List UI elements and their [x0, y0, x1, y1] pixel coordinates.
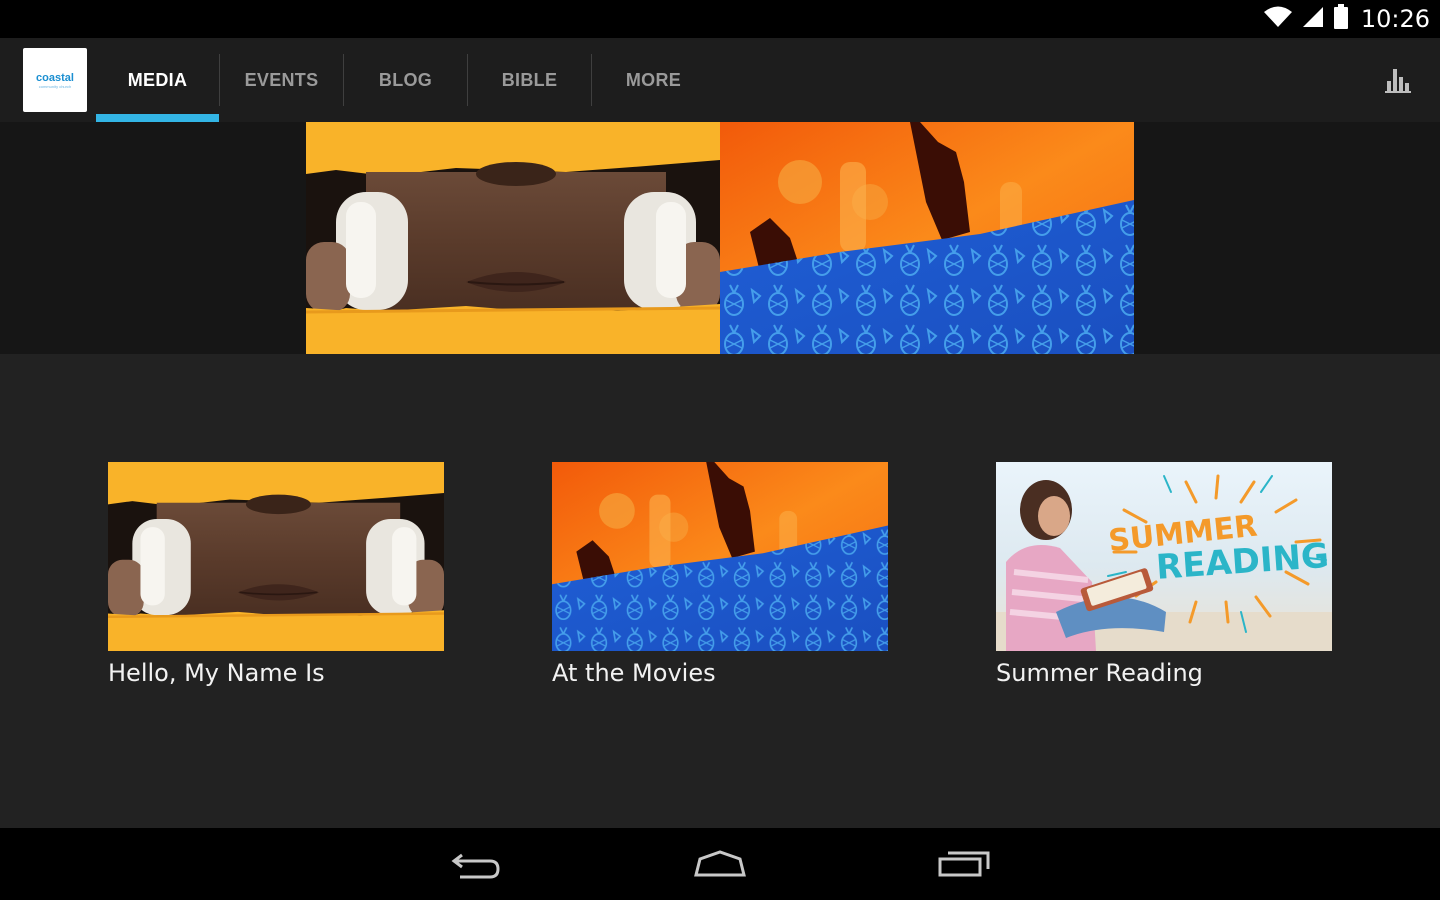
back-icon[interactable]	[446, 844, 506, 884]
media-title[interactable]: Hello, My Name Is	[108, 659, 444, 687]
media-card[interactable]: Hello, My Name Is	[108, 462, 444, 687]
home-icon[interactable]	[690, 844, 750, 884]
cell-signal-icon	[1301, 5, 1325, 34]
media-card[interactable]: SUMMER READING Summer Reading	[996, 462, 1332, 687]
media-card[interactable]: At the Movies	[552, 462, 888, 687]
logo-wordmark: coastal	[36, 71, 74, 84]
tab-bible[interactable]: BIBLE	[468, 38, 591, 122]
media-title[interactable]: Summer Reading	[996, 659, 1332, 687]
status-time: 10:26	[1360, 5, 1430, 33]
hero-image-at-the-movies[interactable]	[720, 122, 1134, 354]
app-logo[interactable]: coastal community church	[23, 48, 87, 112]
system-nav-bar	[0, 828, 1440, 900]
status-bar: 10:26	[0, 0, 1440, 38]
logo-subtext: community church	[38, 83, 72, 89]
bar-chart-icon[interactable]	[1380, 62, 1416, 98]
hero-image-hello-my-name-is[interactable]	[306, 122, 720, 354]
recent-apps-icon[interactable]	[934, 844, 994, 884]
battery-icon	[1333, 3, 1349, 35]
media-title[interactable]: At the Movies	[552, 659, 888, 687]
tab-more[interactable]: MORE	[592, 38, 715, 122]
tab-bar: MEDIA EVENTS BLOG BIBLE MORE	[96, 38, 715, 122]
tab-media[interactable]: MEDIA	[96, 38, 219, 122]
media-thumbnail[interactable]: SUMMER READING	[996, 462, 1332, 651]
tab-events[interactable]: EVENTS	[220, 38, 343, 122]
media-thumbnail[interactable]	[108, 462, 444, 651]
action-bar: coastal community church MEDIA EVENTS BL…	[0, 38, 1440, 122]
status-icons: 10:26	[1263, 0, 1430, 38]
logo-inner: coastal community church	[36, 72, 74, 89]
tab-blog[interactable]: BLOG	[344, 38, 467, 122]
wifi-icon	[1263, 5, 1293, 34]
hero-carousel	[0, 122, 1440, 354]
media-thumbnail[interactable]	[552, 462, 888, 651]
media-grid: Hello, My Name Is At the Movies SUMMER R…	[0, 354, 1440, 828]
